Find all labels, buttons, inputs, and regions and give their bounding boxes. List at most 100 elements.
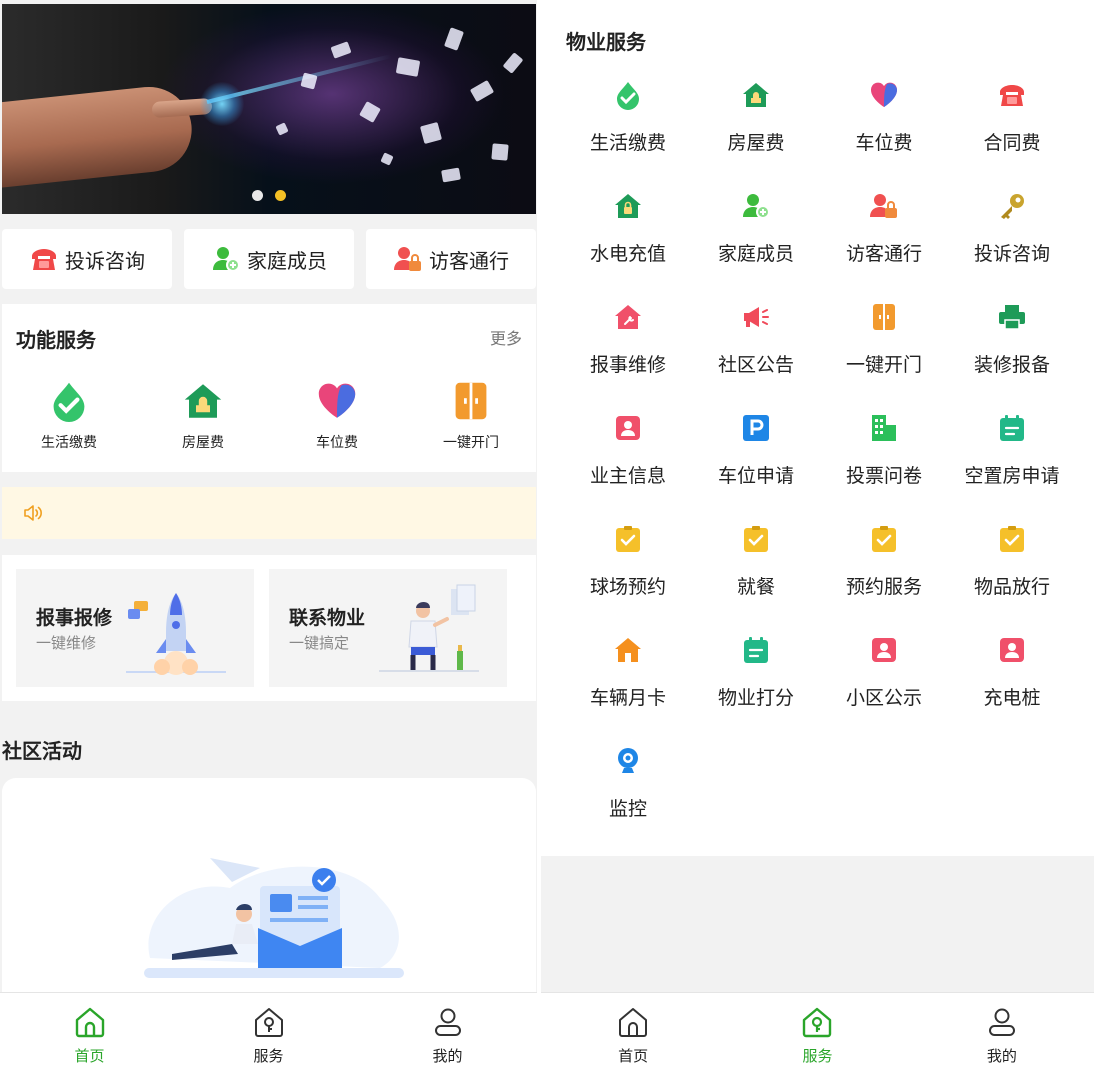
card-repair[interactable]: 报事报修 一键维修 [16, 569, 254, 687]
quick-action-visitor[interactable]: 访客通行 [366, 229, 536, 289]
family-member-icon [743, 194, 770, 219]
service-item-reservation[interactable]: 预约服务 [820, 524, 948, 635]
service-item-label: 物品放行 [973, 576, 1050, 598]
service-item-charging[interactable]: 充电桩 [948, 635, 1076, 746]
function-item-house-fee[interactable]: 房屋费 [136, 380, 270, 452]
quick-action-family[interactable]: 家庭成员 [184, 229, 354, 289]
function-grid: 生活缴费 房屋费 车位费 一键开门 [2, 380, 537, 452]
door-icon [873, 304, 895, 330]
notice-bar[interactable] [2, 487, 536, 539]
service-item-public-notice[interactable]: 小区公示 [820, 635, 948, 746]
service-item-dining[interactable]: 就餐 [692, 524, 820, 635]
tab-label: 我的 [986, 1047, 1017, 1065]
service-item-vote[interactable]: 投票问卷 [820, 413, 948, 524]
community-section-title: 社区活动 [2, 739, 82, 763]
service-item-renovation[interactable]: 装修报备 [948, 302, 1076, 413]
quick-actions: 投诉咨询 家庭成员 访客通行 [2, 229, 536, 289]
service-item-complaint[interactable]: 投诉咨询 [948, 191, 1076, 302]
quick-action-complaint[interactable]: 投诉咨询 [2, 229, 172, 289]
banner-carousel[interactable] [2, 4, 536, 214]
camera-icon [618, 748, 638, 773]
service-item-vacant-apply[interactable]: 空置房申请 [948, 413, 1076, 524]
printer-icon [999, 305, 1025, 330]
heart-icon [318, 383, 356, 418]
profile-icon [988, 1008, 1015, 1036]
property-services-panel: 物业服务 生活缴费 房屋费 车位费 合同费 水电充值 家庭成员 访客通行 投诉咨… [541, 0, 1094, 856]
tab-label: 首页 [618, 1047, 649, 1065]
service-item-label: 家庭成员 [717, 243, 794, 265]
service-item-house-fee[interactable]: 房屋费 [692, 80, 820, 191]
home-icon [619, 1008, 648, 1037]
carousel-dots[interactable] [252, 190, 286, 201]
tab-service[interactable]: 服务 [725, 993, 909, 1078]
quick-action-label: 访客通行 [429, 248, 509, 273]
clipboard-check-icon [616, 526, 640, 552]
quick-action-label: 家庭成员 [247, 248, 327, 273]
service-item-parking-fee[interactable]: 车位费 [820, 80, 948, 191]
community-activity-panel[interactable] [2, 778, 536, 998]
drop-check-icon [53, 382, 85, 422]
service-item-label: 监控 [608, 798, 647, 820]
tab-profile[interactable]: 我的 [358, 993, 537, 1078]
tab-home[interactable]: 首页 [541, 993, 725, 1078]
phone-icon [32, 249, 56, 270]
service-item-repair[interactable]: 报事维修 [564, 302, 692, 413]
service-item-rating[interactable]: 物业打分 [692, 635, 820, 746]
tab-label: 我的 [432, 1047, 463, 1065]
function-item-open-door[interactable]: 一键开门 [404, 380, 537, 452]
megaphone-icon [744, 307, 769, 327]
repair-house-icon [615, 305, 641, 329]
visitor-lock-icon [394, 247, 421, 271]
rocket-illustration-icon [126, 593, 226, 675]
service-item-monitoring[interactable]: 监控 [564, 746, 692, 857]
function-item-label: 房屋费 [182, 435, 224, 451]
tab-label: 服务 [802, 1047, 833, 1065]
service-item-visitor[interactable]: 访客通行 [820, 191, 948, 302]
service-item-goods-release[interactable]: 物品放行 [948, 524, 1076, 635]
tab-label: 首页 [74, 1047, 105, 1065]
service-item-announcement[interactable]: 社区公告 [692, 302, 820, 413]
service-item-label: 水电充值 [589, 243, 666, 265]
house-lock-icon [615, 194, 641, 218]
function-item-parking-fee[interactable]: 车位费 [270, 380, 404, 452]
carousel-dot-active[interactable] [275, 190, 286, 201]
calendar-icon [744, 637, 768, 663]
quick-action-label: 投诉咨询 [65, 248, 145, 273]
person-illustration-icon [379, 584, 479, 672]
service-item-label: 合同费 [983, 132, 1041, 154]
service-item-open-door[interactable]: 一键开门 [820, 302, 948, 413]
empty-illustration-icon [144, 858, 404, 978]
card-title: 报事报修 [36, 607, 113, 629]
carousel-dot[interactable] [252, 190, 263, 201]
function-item-bill[interactable]: 生活缴费 [2, 380, 136, 452]
drop-check-icon [617, 82, 639, 110]
service-item-label: 业主信息 [589, 465, 666, 487]
more-link[interactable]: 更多 [490, 325, 522, 349]
bottom-tab-bar: 首页 服务 我的 [541, 992, 1094, 1078]
service-item-label: 社区公告 [717, 354, 794, 376]
service-item-label: 车位申请 [717, 465, 794, 487]
service-grid: 生活缴费 房屋费 车位费 合同费 水电充值 家庭成员 访客通行 投诉咨询 报事维… [564, 80, 1076, 857]
card-subtitle: 一键搞定 [289, 634, 350, 652]
service-item-label: 物业打分 [717, 687, 794, 709]
owner-card-icon [1000, 638, 1024, 662]
door-icon [455, 382, 487, 420]
tab-home[interactable]: 首页 [0, 993, 179, 1078]
family-member-icon [213, 247, 240, 272]
service-item-bill[interactable]: 生活缴费 [564, 80, 692, 191]
service-item-parking-apply[interactable]: 车位申请 [692, 413, 820, 524]
orange-house-icon [615, 638, 641, 662]
function-item-label: 车位费 [316, 435, 358, 451]
service-item-utility-recharge[interactable]: 水电充值 [564, 191, 692, 302]
service-item-monthly-card[interactable]: 车辆月卡 [564, 635, 692, 746]
owner-card-icon [872, 638, 896, 662]
card-contact-property[interactable]: 联系物业 一键搞定 [269, 569, 507, 687]
function-item-label: 生活缴费 [41, 435, 97, 451]
service-item-owner-info[interactable]: 业主信息 [564, 413, 692, 524]
tab-profile[interactable]: 我的 [910, 993, 1094, 1078]
service-item-family[interactable]: 家庭成员 [692, 191, 820, 302]
service-item-contract-fee[interactable]: 合同费 [948, 80, 1076, 191]
tab-service[interactable]: 服务 [179, 993, 358, 1078]
parking-icon [743, 415, 769, 441]
service-item-court-booking[interactable]: 球场预约 [564, 524, 692, 635]
